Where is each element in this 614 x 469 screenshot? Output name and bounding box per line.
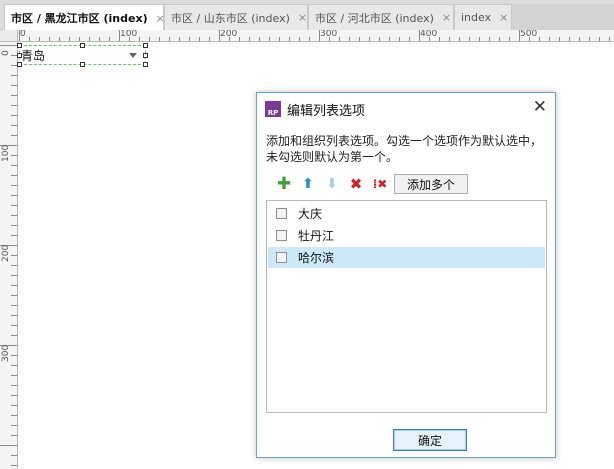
tab-bar: 市区 / 黑龙江市区 (index) × 市区 / 山东市区 (index) ×… — [0, 0, 614, 31]
list-item[interactable]: 牡丹江 — [268, 225, 545, 246]
resize-handle[interactable] — [143, 43, 148, 48]
list-item[interactable]: 大庆 — [268, 203, 545, 224]
item-label: 哈尔滨 — [298, 251, 335, 265]
list-item[interactable]: 哈尔滨 — [268, 247, 545, 268]
close-icon[interactable]: × — [298, 11, 307, 24]
tab-index[interactable]: index × — [454, 4, 512, 30]
delete-all-icon[interactable]: ⁞✖ — [368, 173, 392, 195]
default-checkbox[interactable] — [276, 208, 287, 219]
dialog-title: 编辑列表选项 — [287, 104, 366, 119]
resize-handle[interactable] — [143, 53, 148, 58]
ruler-label: 300 — [1, 344, 11, 362]
list-toolbar: ✚ ⬆ ⬇ ✖ ⁞✖ 添加多个 — [272, 173, 469, 195]
tab-bar-empty — [512, 4, 614, 30]
default-checkbox[interactable] — [276, 230, 287, 241]
ruler-top: 0 100 200 300 400 500 — [18, 30, 614, 42]
tab-hebei[interactable]: 市区 / 河北市区 (index) × — [308, 4, 454, 30]
ruler-label: 0 — [1, 50, 11, 56]
chevron-down-icon[interactable] — [129, 53, 137, 58]
tab-label: index — [461, 11, 492, 24]
droplist-value: 青岛 — [21, 49, 46, 63]
ruler-label: 100 — [1, 144, 11, 162]
tab-label: 市区 / 河北市区 (index) — [315, 11, 434, 25]
item-label: 大庆 — [298, 207, 323, 221]
default-checkbox[interactable] — [276, 252, 287, 263]
close-icon[interactable]: ✕ — [533, 97, 547, 117]
item-label: 牡丹江 — [298, 229, 335, 243]
tab-shandong[interactable]: 市区 / 山东市区 (index) × — [164, 4, 308, 30]
dialog-description: 添加和组织列表选项。勾选一个选项作为默认选中，未勾选则默认为第一个。 — [266, 134, 543, 164]
options-list[interactable]: 大庆 牡丹江 哈尔滨 — [266, 200, 547, 413]
ruler-label: 400 — [420, 30, 438, 39]
close-icon[interactable]: × — [442, 11, 451, 24]
resize-handle[interactable] — [17, 62, 22, 67]
resize-handle[interactable] — [17, 43, 22, 48]
ruler-label: 200 — [220, 30, 238, 39]
ruler-label: 200 — [1, 244, 11, 262]
resize-handle[interactable] — [143, 62, 148, 67]
resize-handle[interactable] — [80, 43, 85, 48]
ok-button[interactable]: 确定 — [393, 429, 467, 451]
add-multiple-button[interactable]: 添加多个 — [394, 174, 469, 194]
tab-heilongjiang[interactable]: 市区 / 黑龙江市区 (index) × — [4, 4, 164, 31]
delete-icon[interactable]: ✖ — [344, 173, 368, 195]
plus-icon[interactable]: ✚ — [272, 173, 296, 195]
resize-handle[interactable] — [17, 53, 22, 58]
close-icon[interactable]: × — [156, 12, 163, 25]
ruler-label: 100 — [120, 30, 138, 39]
ruler-label: 0 — [20, 30, 26, 39]
ruler-label: 500 — [520, 30, 538, 39]
app-logo-icon: RP — [265, 101, 281, 117]
arrow-up-icon[interactable]: ⬆ — [296, 173, 320, 195]
resize-handle[interactable] — [80, 62, 85, 67]
ruler-label: 300 — [320, 30, 338, 39]
arrow-down-icon[interactable]: ⬇ — [320, 173, 344, 195]
tab-label: 市区 / 黑龙江市区 (index) — [11, 12, 148, 25]
ruler-left: 0 100 200 300 — [0, 42, 18, 469]
edit-list-options-dialog: RP 编辑列表选项 ✕ 添加和组织列表选项。勾选一个选项作为默认选中，未勾选则默… — [256, 92, 556, 458]
close-icon[interactable]: × — [499, 11, 508, 24]
tab-label: 市区 / 山东市区 (index) — [171, 11, 290, 25]
ruler-corner — [0, 30, 18, 42]
